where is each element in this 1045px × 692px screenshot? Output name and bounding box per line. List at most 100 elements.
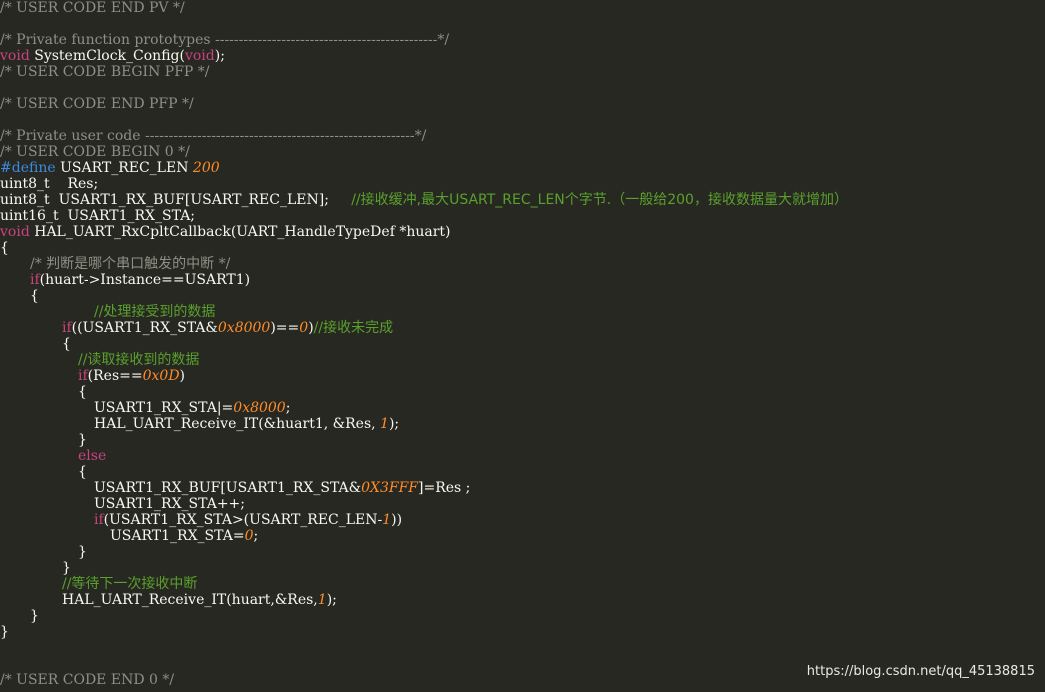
code-token: //等待下一次接收中断 <box>62 576 198 592</box>
code-token: void <box>184 48 215 64</box>
code-token: ((USART1_RX_STA& <box>71 320 218 336</box>
code-token: ); <box>388 416 400 432</box>
code-line: /* USER CODE BEGIN PFP */ <box>0 64 210 80</box>
code-token: /* USER CODE END 0 */ <box>0 672 175 688</box>
code-line: /* Private user code -------------------… <box>0 128 426 144</box>
code-token: if <box>30 272 40 288</box>
code-token: } <box>0 624 9 640</box>
code-token: //接收未完成 <box>313 320 394 336</box>
code-token: uint8_t Res; <box>0 176 99 192</box>
code-token: else <box>78 448 107 464</box>
code-line: HAL_UART_Receive_IT(huart,&Res,1); <box>62 592 337 608</box>
code-editor[interactable]: /* USER CODE END PV */ /* Private functio… <box>0 0 1045 692</box>
code-line: void HAL_UART_RxCpltCallback(UART_Handle… <box>0 224 451 240</box>
watermark-url: https://blog.csdn.net/qq_45138815 <box>806 664 1035 679</box>
code-token: HAL_UART_RxCpltCallback(UART_HandleTypeD… <box>29 224 451 240</box>
code-token: (huart->Instance==USART1) <box>39 272 251 288</box>
code-line: if(USART1_RX_STA>(USART_REC_LEN-1)) <box>94 512 402 528</box>
code-line: uint8_t Res; <box>0 176 98 192</box>
code-line: if((USART1_RX_STA&0x8000)==0)//接收未完成 <box>62 320 393 336</box>
code-token: //读取接收到的数据 <box>78 352 200 368</box>
code-line: { <box>0 240 9 256</box>
code-token: HAL_UART_Receive_IT(&huart1, &Res, <box>94 416 381 432</box>
code-token: ); <box>326 592 337 608</box>
code-line: USART1_RX_STA++; <box>94 496 245 512</box>
code-line: /* USER CODE BEGIN 0 */ <box>0 144 190 160</box>
code-token: )) <box>391 512 403 528</box>
code-token: //接收缓冲,最大USART_REC_LEN个字节.（一般给200，接收数据量大… <box>351 192 848 208</box>
code-token: #define <box>0 160 56 176</box>
code-line: if(huart->Instance==USART1) <box>30 272 250 288</box>
code-token: if <box>78 368 88 384</box>
code-token: 200 <box>192 160 220 176</box>
code-token: } <box>30 608 39 624</box>
code-token: )== <box>270 320 300 336</box>
code-token: { <box>78 384 87 400</box>
code-line: USART1_RX_STA|=0x8000; <box>94 400 290 416</box>
code-line: /* Private function prototypes ---------… <box>0 32 449 48</box>
code-token: void <box>0 224 30 240</box>
code-line: { <box>30 288 39 304</box>
code-token: /* USER CODE END PV */ <box>0 0 185 16</box>
code-token: 0x0D <box>142 368 180 384</box>
code-token: (USART1_RX_STA>(USART_REC_LEN- <box>103 512 383 528</box>
code-token: USART1_RX_STA|= <box>94 400 234 416</box>
code-token: ) <box>179 368 186 384</box>
code-token: ); <box>214 48 225 64</box>
code-line: void SystemClock_Config(void); <box>0 48 225 64</box>
code-token: //处理接受到的数据 <box>94 304 216 320</box>
code-line: if(Res==0x0D) <box>78 368 185 384</box>
code-line: else <box>78 448 106 464</box>
code-token: /* USER CODE BEGIN PFP */ <box>0 64 210 80</box>
code-line: { <box>78 384 87 400</box>
code-token: if <box>94 512 104 528</box>
code-token: /* Private function prototypes ---------… <box>0 32 450 48</box>
code-token: 1 <box>380 416 389 432</box>
code-token: /* USER CODE BEGIN 0 */ <box>0 144 190 160</box>
code-line: /* USER CODE END PFP */ <box>0 96 194 112</box>
code-token: 0X3FFF <box>361 480 419 496</box>
code-line: } <box>30 608 39 624</box>
code-line: USART1_RX_STA=0; <box>110 528 258 544</box>
code-line: uint8_t USART1_RX_BUF[USART_REC_LEN]; //… <box>0 192 848 208</box>
code-token: USART_REC_LEN <box>55 160 193 176</box>
code-token: ; <box>253 528 259 544</box>
code-line: USART1_RX_BUF[USART1_RX_STA&0X3FFF]=Res … <box>94 480 470 496</box>
code-line: } <box>0 624 9 640</box>
code-token: { <box>30 288 39 304</box>
code-token: 1 <box>382 512 392 528</box>
code-line: HAL_UART_Receive_IT(&huart1, &Res, 1); <box>94 416 399 432</box>
code-line: { <box>62 336 71 352</box>
code-line: //等待下一次接收中断 <box>62 576 197 592</box>
code-line: } <box>78 432 87 448</box>
code-token: USART1_RX_STA++; <box>94 496 245 512</box>
code-line: } <box>78 544 87 560</box>
code-token: uint16_t USART1_RX_STA; <box>0 208 196 224</box>
code-token: (Res== <box>87 368 143 384</box>
code-token: 0x8000 <box>233 400 286 416</box>
code-line: } <box>62 560 71 576</box>
code-token: ]=Res ; <box>418 480 471 496</box>
code-token: HAL_UART_Receive_IT(huart,&Res, <box>62 592 318 608</box>
code-token: { <box>0 240 9 256</box>
code-token: } <box>78 432 87 448</box>
code-line: //处理接受到的数据 <box>94 304 215 320</box>
code-token: /* 判断是哪个串口触发的中断 */ <box>30 256 231 272</box>
code-token: ; <box>285 400 291 416</box>
code-token: USART1_RX_BUF[USART1_RX_STA& <box>94 480 362 496</box>
code-line: uint16_t USART1_RX_STA; <box>0 208 195 224</box>
code-line: #define USART_REC_LEN 200 <box>0 160 220 176</box>
code-line: /* 判断是哪个串口触发的中断 */ <box>30 256 230 272</box>
code-token: uint8_t USART1_RX_BUF[USART_REC_LEN]; <box>0 192 352 208</box>
code-token: /* Private user code -------------------… <box>0 128 427 144</box>
code-token: SystemClock_Config( <box>29 48 185 64</box>
code-token: /* USER CODE END PFP */ <box>0 96 194 112</box>
code-token: } <box>78 544 87 560</box>
code-token: } <box>62 560 71 576</box>
code-token: USART1_RX_STA= <box>110 528 245 544</box>
code-token: { <box>78 464 87 480</box>
code-token: { <box>62 336 71 352</box>
code-line: /* USER CODE END 0 */ <box>0 672 174 688</box>
code-token: 0x8000 <box>217 320 271 336</box>
code-token: 0 <box>299 320 309 336</box>
